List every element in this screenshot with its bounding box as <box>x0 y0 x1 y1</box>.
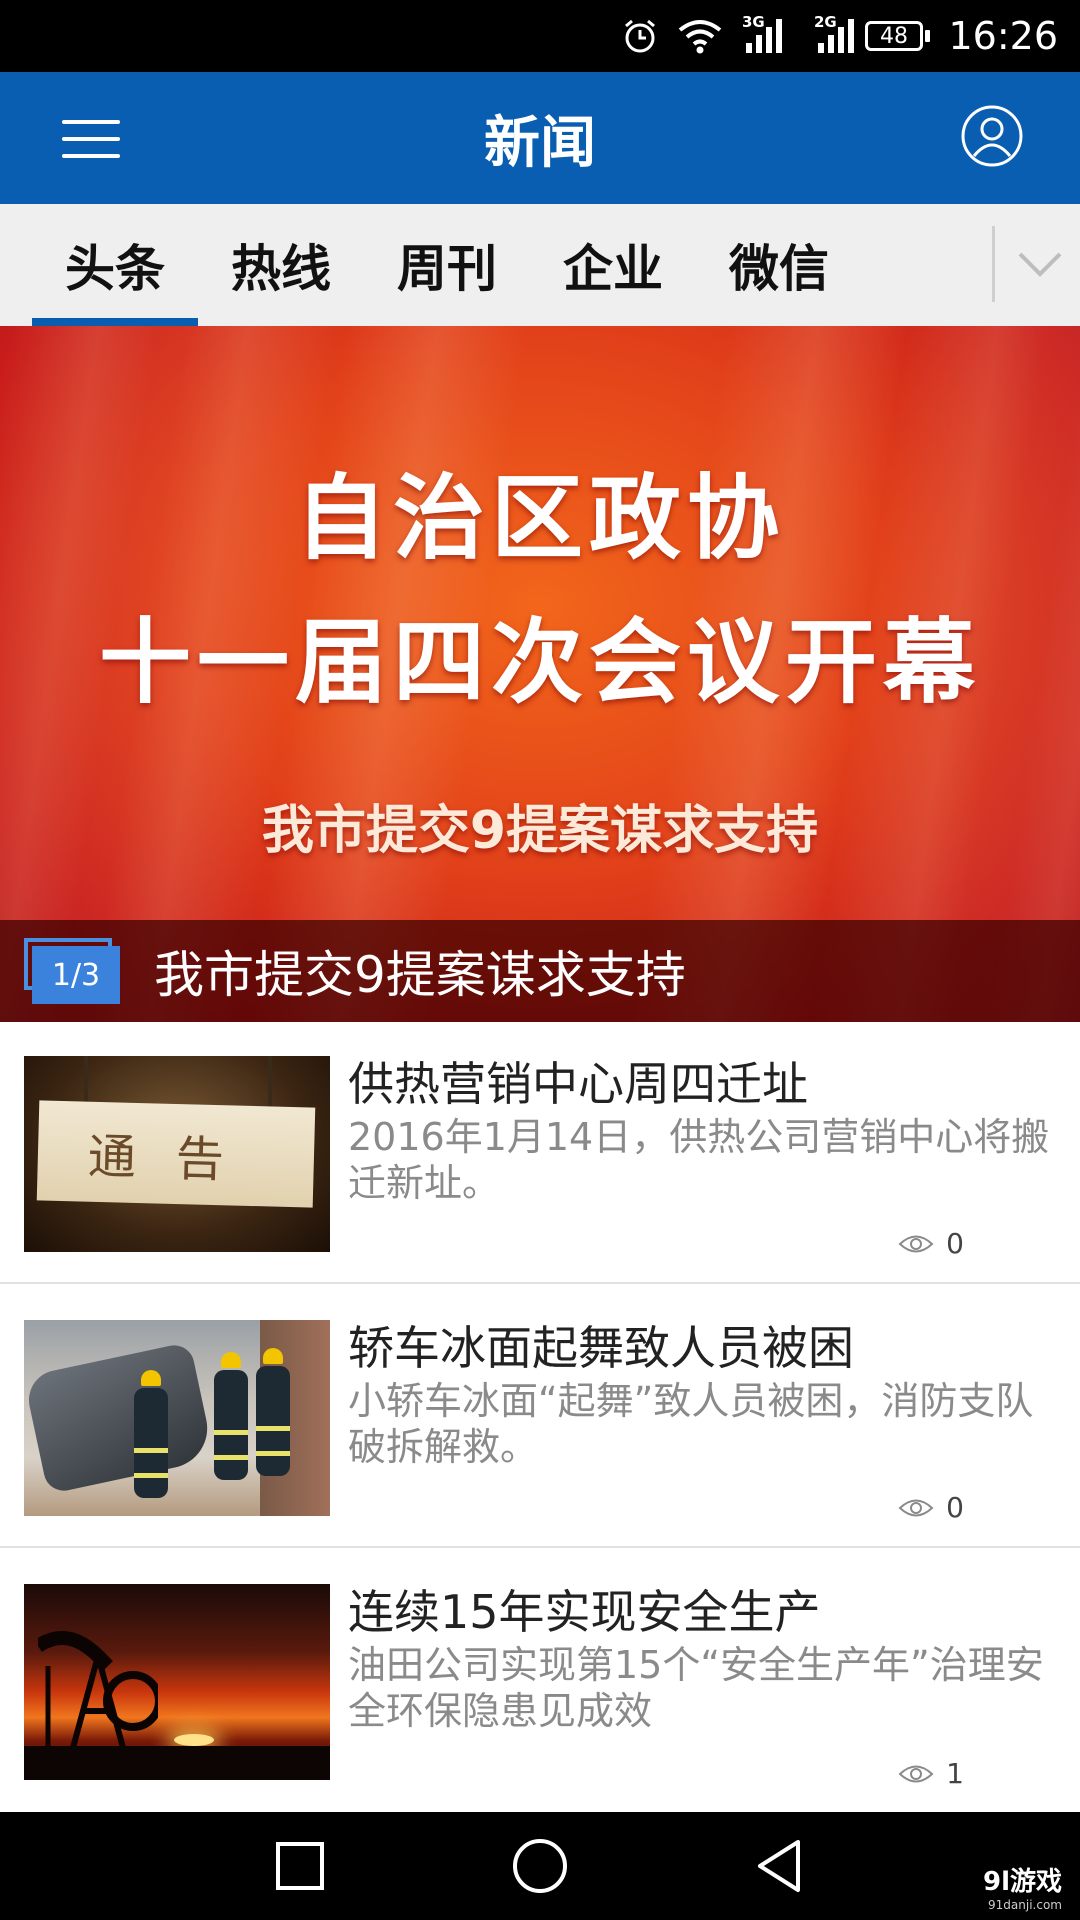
app-bar: 新闻 <box>0 72 1080 204</box>
system-nav-bar: 9l游戏 91danji.com <box>0 1812 1080 1920</box>
battery-level: 48 <box>865 21 923 51</box>
news-item[interactable]: 轿车冰面起舞致人员被困 小轿车冰面“起舞”致人员被困，消防支队破拆解救。 0 <box>0 1286 1080 1548</box>
tab-divider <box>992 226 995 302</box>
banner-line-3: 我市提交9提案谋求支持 <box>261 801 819 861</box>
status-time: 16:26 <box>948 14 1058 58</box>
view-count: 0 <box>898 1227 964 1260</box>
tab-wechat[interactable]: 微信 <box>696 204 862 326</box>
wifi-icon <box>676 0 724 72</box>
home-icon[interactable] <box>510 1836 570 1896</box>
news-thumbnail <box>24 1320 330 1516</box>
eye-icon <box>898 1235 934 1252</box>
banner-line-1: 自治区政协 <box>294 465 785 572</box>
eye-icon <box>898 1499 934 1516</box>
tab-headlines[interactable]: 头条 <box>32 204 198 326</box>
back-icon[interactable] <box>750 1836 810 1896</box>
news-item[interactable]: 连续15年实现安全生产 油田公司实现第15个“安全生产年”治理安全环保隐患见成效… <box>0 1550 1080 1812</box>
watermark: 9l游戏 91danji.com <box>983 1861 1062 1912</box>
user-icon[interactable] <box>960 104 1024 168</box>
signal-3g-icon: 3G <box>742 0 782 72</box>
view-count-value: 0 <box>946 1491 964 1524</box>
tab-enterprise[interactable]: 企业 <box>530 204 696 326</box>
carousel-caption-text: 我市提交9提案谋求支持 <box>154 946 686 1004</box>
view-count-value: 0 <box>946 1227 964 1260</box>
view-count-value: 1 <box>946 1757 964 1790</box>
news-thumbnail <box>24 1584 330 1780</box>
banner-line-2: 十一届四次会议开幕 <box>98 609 981 716</box>
recent-apps-icon[interactable] <box>270 1836 330 1896</box>
tab-hotline[interactable]: 热线 <box>198 204 364 326</box>
eye-icon <box>898 1765 934 1782</box>
watermark-url: 91danji.com <box>988 1898 1062 1912</box>
news-description: 油田公司实现第15个“安全生产年”治理安全环保隐患见成效 <box>348 1643 1044 1733</box>
view-count: 0 <box>898 1491 964 1524</box>
news-description: 2016年1月14日，供热公司营销中心将搬迁新址。 <box>348 1115 1050 1205</box>
category-tabs: 头条 热线 周刊 企业 微信 <box>0 204 1080 326</box>
status-bar: 3G 2G 48 16:26 <box>0 0 1080 72</box>
news-item[interactable]: 通告 供热营销中心周四迁址 2016年1月14日，供热公司营销中心将搬迁新址。 … <box>0 1022 1080 1284</box>
news-title: 供热营销中心周四迁址 <box>348 1057 808 1111</box>
chevron-down-icon[interactable] <box>1010 234 1070 294</box>
page-title: 新闻 <box>484 110 596 176</box>
news-description: 小轿车冰面“起舞”致人员被困，消防支队破拆解救。 <box>348 1379 1034 1469</box>
battery-icon: 48 <box>865 0 930 72</box>
watermark-logo: 9l游戏 <box>982 1867 1062 1897</box>
news-title: 连续15年实现安全生产 <box>348 1585 821 1639</box>
news-thumbnail: 通告 <box>24 1056 330 1252</box>
carousel-caption: 1/3 我市提交9提案谋求支持 <box>0 920 1080 1022</box>
view-count: 1 <box>898 1757 964 1790</box>
carousel-counter: 1/3 <box>32 946 120 1004</box>
headline-carousel[interactable]: 自治区政协 十一届四次会议开幕 我市提交9提案谋求支持 1/3 我市提交9提案谋… <box>0 326 1080 1022</box>
signal-2g-icon: 2G <box>814 0 854 72</box>
signal-2g-label: 2G <box>814 13 837 31</box>
news-title: 轿车冰面起舞致人员被困 <box>348 1321 854 1375</box>
notice-board-text: 通告 <box>36 1100 316 1208</box>
tab-weekly[interactable]: 周刊 <box>364 204 530 326</box>
alarm-icon <box>620 0 660 72</box>
signal-3g-label: 3G <box>742 13 765 31</box>
